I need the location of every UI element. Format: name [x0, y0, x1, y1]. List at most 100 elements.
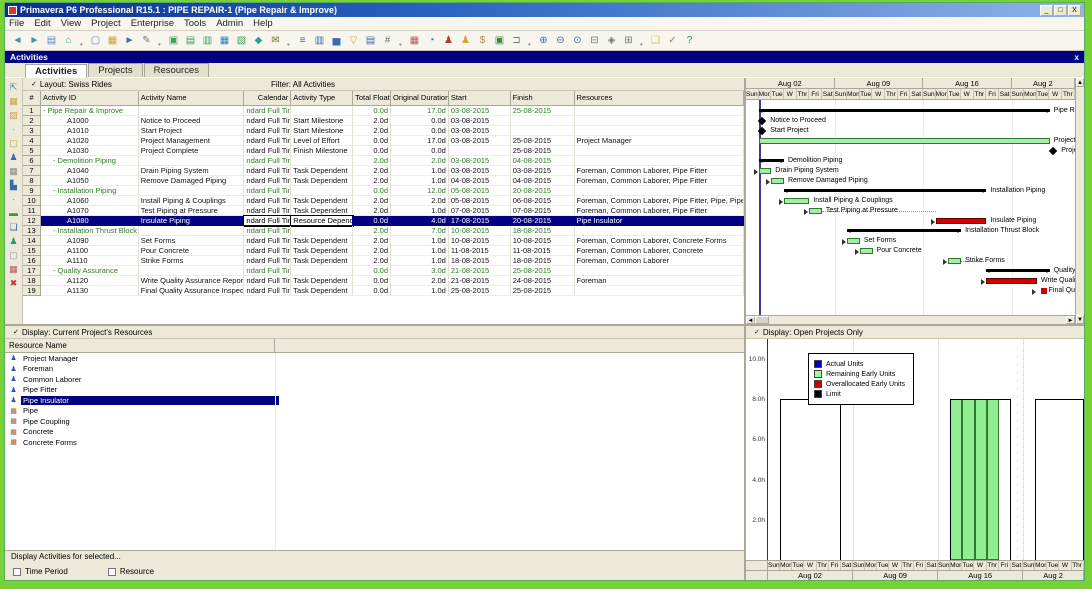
scroll-down-icon[interactable]: ▼: [1076, 315, 1084, 324]
checkbox-resource[interactable]: [107, 567, 116, 576]
column-header-total-float[interactable]: Total Float: [353, 91, 391, 105]
gantt-milestone[interactable]: [757, 116, 766, 126]
resource-row-pipe-insulator[interactable]: ♟ Pipe Insulator: [5, 395, 744, 406]
menu-item-tools[interactable]: Tools: [184, 18, 206, 29]
gantt-task-bar[interactable]: [847, 238, 860, 244]
home-icon[interactable]: ⌂: [61, 33, 76, 48]
gantt-summary-bar[interactable]: [758, 109, 1050, 112]
copy-rows-icon[interactable]: ❏: [7, 221, 20, 233]
calendar-icon[interactable]: ▦: [7, 165, 20, 177]
spellcheck-icon[interactable]: ✓: [665, 33, 680, 48]
paste-icon[interactable]: ▤: [183, 33, 198, 48]
gantt-task-bar[interactable]: [783, 198, 810, 204]
tab-projects[interactable]: Projects: [88, 63, 143, 77]
gantt-summary-bar[interactable]: [986, 269, 1050, 272]
menu-item-project[interactable]: Project: [91, 18, 121, 29]
usage-profile-icon[interactable]: ▅: [329, 33, 344, 48]
gantt-task-bar[interactable]: [758, 168, 772, 174]
activity-details-icon[interactable]: ▥: [200, 33, 215, 48]
gantt-milestone[interactable]: [1048, 146, 1057, 156]
resource-row-common-laborer[interactable]: ♟ Common Laborer: [5, 374, 744, 385]
resource-name-header[interactable]: Resource Name: [5, 339, 275, 352]
folder-icon[interactable]: ▢: [7, 137, 20, 149]
gantt-milestone[interactable]: [757, 126, 766, 136]
column-header-calendar[interactable]: Calendar: [244, 91, 292, 105]
progress-icon[interactable]: ♟: [458, 33, 473, 48]
resource-row-foreman[interactable]: ♟ Foreman: [5, 364, 744, 375]
menu-item-help[interactable]: Help: [253, 18, 273, 29]
table-row-activity-14[interactable]: 14A1090Set Formsndard Full TimeTask Depe…: [23, 236, 744, 246]
scroll-up-icon[interactable]: ▲: [1076, 78, 1084, 87]
group-sep-icon[interactable]: ·: [7, 123, 20, 135]
notebook-icon[interactable]: ▧: [234, 33, 249, 48]
collapse-icon[interactable]: -: [53, 266, 58, 275]
collapse-icon[interactable]: -: [43, 106, 48, 115]
column-header-original-duration[interactable]: Original Duration: [391, 91, 449, 105]
gantt-task-bar[interactable]: [771, 178, 784, 184]
menu-item-edit[interactable]: Edit: [34, 18, 50, 29]
tab-resources[interactable]: Resources: [143, 63, 209, 77]
gantt-task-bar[interactable]: [948, 258, 962, 264]
resource-row-pipe-coupling[interactable]: ▦ Pipe Coupling: [5, 416, 744, 427]
table-row-activity-4[interactable]: 4A1020Project Managementndard Full TimeL…: [23, 136, 744, 146]
menu-item-enterprise[interactable]: Enterprise: [131, 18, 174, 29]
costs-icon[interactable]: $: [475, 33, 490, 48]
gantt-task-bar[interactable]: [758, 138, 1050, 144]
tools-icon[interactable]: ✎: [139, 33, 154, 48]
group-sep2-icon[interactable]: ·: [7, 193, 20, 205]
level-resources-icon[interactable]: ◔: [424, 33, 439, 48]
zoom-out-icon[interactable]: ⊖: [553, 33, 568, 48]
calculator-icon[interactable]: ▦: [7, 263, 20, 275]
help-icon[interactable]: ?: [682, 33, 697, 48]
back-icon[interactable]: ◄: [10, 33, 25, 48]
open-icon[interactable]: ▦: [105, 33, 120, 48]
gantt-task-bar[interactable]: [809, 208, 822, 214]
column-header-activity-id[interactable]: Activity ID: [41, 91, 139, 105]
split-horizontal-icon[interactable]: ⊟: [587, 33, 602, 48]
table-row-activity-10[interactable]: 10 A1060 Install Piping & Couplings ndard F…: [23, 196, 744, 206]
gantt-task-bar[interactable]: [986, 278, 1038, 284]
column-header-finish[interactable]: Finish: [511, 91, 575, 105]
gantt-hscrollbar[interactable]: ◄ ►: [746, 315, 1075, 324]
gantt-summary-bar[interactable]: [783, 189, 987, 192]
table-row-activity-1[interactable]: 1- Pipe Repair & Improve ndard Full Time 0…: [23, 106, 744, 116]
assign-resource-icon[interactable]: ♟: [7, 235, 20, 247]
maximize-button[interactable]: □: [1054, 4, 1067, 16]
column-header-resources[interactable]: Resources: [575, 91, 745, 105]
resource-row-concrete-forms[interactable]: ▦ Concrete Forms: [5, 437, 744, 448]
wizard-icon[interactable]: ►: [122, 33, 137, 48]
table-row-activity-5[interactable]: 5A1030Project Completendard Full TimeFin…: [23, 146, 744, 156]
tab-activities[interactable]: Activities: [25, 64, 88, 78]
columns-icon[interactable]: ▦: [217, 33, 232, 48]
filter-icon[interactable]: ▽: [346, 33, 361, 48]
menu-item-view[interactable]: View: [61, 18, 81, 29]
assign-icon[interactable]: ▣: [492, 33, 507, 48]
table-row-activity-17[interactable]: 17- Quality Assurance ndard Full Time 0.0d…: [23, 266, 744, 276]
column-header-start[interactable]: Start: [449, 91, 511, 105]
split-vertical-icon[interactable]: ◈: [604, 33, 619, 48]
layout-icon[interactable]: ⊞: [621, 33, 636, 48]
comment-icon[interactable]: ❑: [648, 33, 663, 48]
page-icon[interactable]: ▤: [44, 33, 59, 48]
minimize-button[interactable]: _: [1040, 4, 1053, 16]
table-row-activity-13[interactable]: 13- Installation Thrust Block ndard Full …: [23, 226, 744, 236]
zoom-fit-icon[interactable]: ⊙: [570, 33, 585, 48]
resource-row-pipe-fitter[interactable]: ♟ Pipe Fitter: [5, 385, 744, 396]
resource-row-concrete[interactable]: ▦ Concrete: [5, 427, 744, 438]
column-header-activity-type[interactable]: Activity Type: [291, 91, 354, 105]
collapse-icon[interactable]: -: [53, 186, 58, 195]
menu-item-file[interactable]: File: [9, 18, 24, 29]
resource-icon[interactable]: ♟: [7, 151, 20, 163]
table-row-activity-9[interactable]: 9- Installation Piping ndard Full Time 0.0…: [23, 186, 744, 196]
close-button[interactable]: X: [1068, 4, 1081, 16]
checkbox-time-period[interactable]: [13, 567, 21, 576]
table-row-activity-12[interactable]: 12A1080Insulate Pipingndard Full TimeRes…: [23, 215, 744, 227]
forward-icon[interactable]: ►: [27, 33, 42, 48]
table-row-activity-2[interactable]: 2A1000Notice to Proceedndard Full TimeSt…: [23, 116, 744, 126]
gantt-task-bar[interactable]: [935, 218, 987, 224]
table-row-activity-18[interactable]: 18 A1120 Write Quality Assurance Repor ndar…: [23, 276, 744, 286]
document-icon[interactable]: ▢: [7, 249, 20, 261]
profile-pane-header[interactable]: ✓ Display: Open Projects Only: [746, 326, 1084, 339]
gantt-task-bar[interactable]: [859, 248, 873, 254]
resources-icon[interactable]: ♟: [441, 33, 456, 48]
